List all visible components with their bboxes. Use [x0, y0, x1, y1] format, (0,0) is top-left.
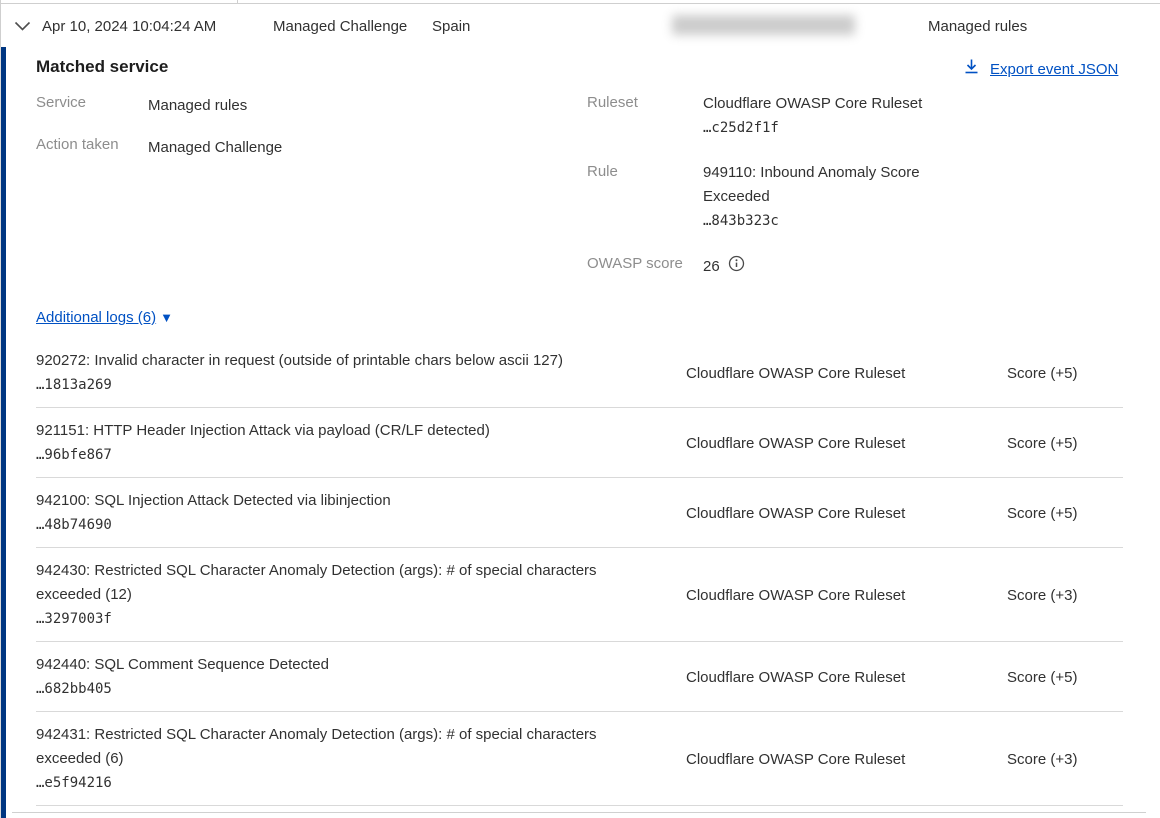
- log-rule-hash: …48b74690: [36, 517, 112, 533]
- event-service: Managed rules: [928, 18, 1027, 35]
- action-taken-label: Action taken: [36, 136, 119, 153]
- log-rule-hash: …e5f94216: [36, 775, 112, 791]
- log-rule-hash: …1813a269: [36, 377, 112, 393]
- log-rule-title: 920272: Invalid character in request (ou…: [36, 352, 563, 369]
- additional-logs-link[interactable]: Additional logs (6): [36, 309, 156, 326]
- log-rule-cell: 942100: SQL Injection Attack Detected vi…: [36, 489, 686, 537]
- log-score-cell: Score (+5): [1007, 435, 1123, 452]
- additional-logs-table: 920272: Invalid character in request (ou…: [36, 338, 1123, 806]
- owasp-score-label: OWASP score: [587, 255, 683, 272]
- log-ruleset-cell: Cloudflare OWASP Core Ruleset: [686, 435, 1007, 452]
- log-row: 920272: Invalid character in request (ou…: [36, 338, 1123, 408]
- action-taken-value: Managed Challenge: [148, 136, 282, 160]
- log-rule-cell: 921151: HTTP Header Injection Attack via…: [36, 419, 686, 467]
- collapse-row-chevron-down-icon[interactable]: [14, 19, 31, 37]
- export-event-json[interactable]: Export event JSON: [963, 58, 1118, 80]
- selected-row-accent-stripe: [1, 47, 6, 818]
- log-rule-title: 942430: Restricted SQL Character Anomaly…: [36, 562, 597, 603]
- log-row: 942440: SQL Comment Sequence Detected …6…: [36, 642, 1123, 712]
- log-rule-hash: …96bfe867: [36, 447, 112, 463]
- log-rule-hash: …682bb405: [36, 681, 112, 697]
- left-border: [0, 0, 1, 47]
- log-ruleset-cell: Cloudflare OWASP Core Ruleset: [686, 587, 1007, 604]
- log-rule-cell: 920272: Invalid character in request (ou…: [36, 349, 686, 397]
- event-action: Managed Challenge: [273, 18, 407, 35]
- log-ruleset-cell: Cloudflare OWASP Core Ruleset: [686, 751, 1007, 768]
- redacted-host-text: [672, 15, 855, 35]
- ruleset-label: Ruleset: [587, 94, 638, 111]
- log-score-cell: Score (+5): [1007, 365, 1123, 382]
- ruleset-value: Cloudflare OWASP Core Ruleset …c25d2f1f: [703, 92, 943, 140]
- service-label: Service: [36, 94, 86, 111]
- log-rule-hash: …3297003f: [36, 611, 112, 627]
- rule-hash: …843b323c: [703, 213, 779, 229]
- service-value: Managed rules: [148, 94, 247, 118]
- previous-row-column-divider: [237, 0, 238, 3]
- event-country: Spain: [432, 18, 470, 35]
- log-score-cell: Score (+3): [1007, 587, 1123, 604]
- log-score-cell: Score (+5): [1007, 505, 1123, 522]
- log-score-cell: Score (+3): [1007, 751, 1123, 768]
- rule-label: Rule: [587, 163, 618, 180]
- log-rule-title: 942431: Restricted SQL Character Anomaly…: [36, 726, 597, 767]
- owasp-score-value: 26: [703, 255, 720, 279]
- rule-value: 949110: Inbound Anomaly Score Exceeded ……: [703, 161, 935, 233]
- log-ruleset-cell: Cloudflare OWASP Core Ruleset: [686, 365, 1007, 382]
- event-timestamp: Apr 10, 2024 10:04:24 AM: [42, 18, 216, 35]
- log-row: 942430: Restricted SQL Character Anomaly…: [36, 548, 1123, 642]
- panel-title: Matched service: [36, 57, 168, 77]
- next-row-top-border: [12, 812, 1146, 813]
- ruleset-name: Cloudflare OWASP Core Ruleset: [703, 95, 922, 112]
- log-rule-title: 942100: SQL Injection Attack Detected vi…: [36, 492, 391, 509]
- log-rule-title: 921151: HTTP Header Injection Attack via…: [36, 422, 490, 439]
- log-row: 942100: SQL Injection Attack Detected vi…: [36, 478, 1123, 548]
- download-icon: [963, 58, 980, 80]
- log-rule-cell: 942430: Restricted SQL Character Anomaly…: [36, 559, 686, 631]
- info-icon[interactable]: [728, 255, 745, 277]
- caret-down-icon: ▼: [160, 311, 173, 324]
- export-event-json-link[interactable]: Export event JSON: [990, 61, 1118, 78]
- log-row: 942431: Restricted SQL Character Anomaly…: [36, 712, 1123, 806]
- top-border: [0, 3, 1160, 4]
- log-ruleset-cell: Cloudflare OWASP Core Ruleset: [686, 505, 1007, 522]
- log-ruleset-cell: Cloudflare OWASP Core Ruleset: [686, 669, 1007, 686]
- additional-logs-toggle[interactable]: Additional logs (6) ▼: [36, 309, 173, 326]
- log-score-cell: Score (+5): [1007, 669, 1123, 686]
- ruleset-hash: …c25d2f1f: [703, 120, 779, 136]
- log-row: 921151: HTTP Header Injection Attack via…: [36, 408, 1123, 478]
- rule-name: 949110: Inbound Anomaly Score Exceeded: [703, 164, 920, 205]
- firewall-event-detail: Apr 10, 2024 10:04:24 AM Managed Challen…: [0, 0, 1160, 818]
- log-rule-cell: 942440: SQL Comment Sequence Detected …6…: [36, 653, 686, 701]
- log-rule-cell: 942431: Restricted SQL Character Anomaly…: [36, 723, 686, 795]
- log-rule-title: 942440: SQL Comment Sequence Detected: [36, 656, 329, 673]
